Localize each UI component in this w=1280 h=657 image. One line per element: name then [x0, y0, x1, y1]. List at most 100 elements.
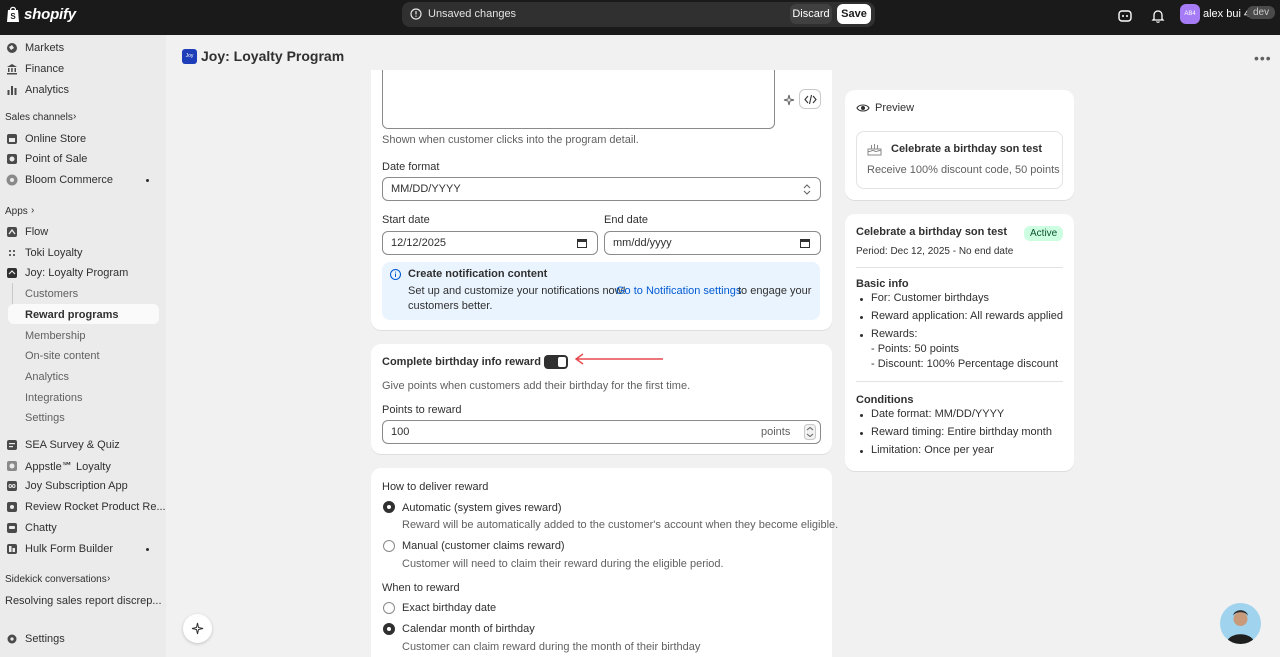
sidebar-item-label: Hulk Form Builder: [25, 543, 114, 555]
sidebar-item-joy-subscription[interactable]: Joy Subscription App: [0, 476, 160, 496]
sidebar-item-appstle-loyalty[interactable]: Appstle℠ Loyalty: [0, 456, 160, 476]
sidebar-sub-analytics[interactable]: Analytics: [25, 371, 69, 383]
save-button[interactable]: Save: [837, 4, 871, 24]
deliver-manual-radio[interactable]: [383, 540, 395, 552]
basic-application: Reward application: All rewards applied: [871, 310, 1063, 322]
support-chat-avatar[interactable]: [1220, 603, 1261, 644]
joy-app-icon: Joy: [182, 48, 197, 64]
description-textarea[interactable]: [382, 70, 775, 129]
start-date-value: 12/12/2025: [391, 237, 447, 249]
shopify-bag-icon: S: [7, 6, 19, 22]
sidebar-item-label: Flow: [25, 226, 49, 238]
page-title-text: Joy: Loyalty Program: [201, 48, 345, 64]
points-to-reward-input[interactable]: 100 points: [382, 420, 821, 444]
sidebar-item-review-rocket[interactable]: Review Rocket Product Re...: [0, 497, 166, 517]
when-calendar-month-label[interactable]: Calendar month of birthday: [402, 623, 535, 635]
deliver-automatic-label[interactable]: Automatic (system gives reward): [402, 502, 562, 514]
sidebar-item-point-of-sale[interactable]: Point of Sale: [0, 149, 160, 169]
preview-reward-tile: [856, 131, 1063, 189]
toggle-knob: [558, 357, 566, 367]
chevron-right-icon[interactable]: ›: [107, 573, 110, 584]
sidebar-sub-onsite-content[interactable]: On-site content: [25, 350, 100, 362]
sidekick-floating-button[interactable]: [183, 614, 212, 643]
sidekick-conversations-header[interactable]: Sidekick conversations: [5, 574, 107, 585]
divider: [856, 267, 1063, 268]
sidebar-sub-integrations[interactable]: Integrations: [25, 392, 82, 404]
birthday-info-toggle[interactable]: [544, 355, 568, 369]
chevron-right-icon[interactable]: ›: [31, 205, 34, 216]
end-date-label: End date: [604, 214, 649, 226]
sidebar-item-joy-loyalty[interactable]: Joy: Loyalty Program: [0, 263, 160, 283]
sidebar-item-finance[interactable]: Finance: [0, 59, 160, 79]
code-view-button[interactable]: [799, 89, 821, 109]
sidebar-sub-membership[interactable]: Membership: [25, 330, 86, 342]
sidebar-item-hulk-form[interactable]: Hulk Form Builder: [0, 539, 160, 559]
banner-text-end: customers better.: [408, 300, 493, 312]
user-avatar[interactable]: AB4: [1180, 4, 1200, 24]
when-to-reward-label: When to reward: [382, 582, 460, 594]
sidebar-item-flow[interactable]: Flow: [0, 222, 160, 242]
sidebar-item-chatty[interactable]: Chatty: [0, 518, 160, 538]
start-date-input[interactable]: 12/12/2025: [382, 231, 598, 255]
sidebar-item-online-store[interactable]: Online Store: [0, 129, 160, 149]
deliver-manual-desc: Customer will need to claim their reward…: [402, 558, 724, 570]
deliver-manual-label[interactable]: Manual (customer claims reward): [402, 540, 565, 552]
bullet: [860, 414, 863, 417]
sidebar-item-label: Online Store: [25, 133, 87, 145]
shopify-logo[interactable]: S shopify: [6, 5, 76, 23]
points-value: 100: [391, 426, 410, 438]
appstle-icon: [7, 461, 17, 471]
info-icon: [390, 269, 401, 280]
sidebar-item-label: Finance: [25, 63, 65, 75]
conditions-header: Conditions: [856, 394, 914, 406]
page-title: Joy Joy: Loyalty Program: [182, 48, 344, 64]
deliver-automatic-radio[interactable]: [383, 501, 395, 513]
bell-icon[interactable]: [1150, 8, 1166, 24]
when-exact-date-label[interactable]: Exact birthday date: [402, 602, 496, 614]
deliver-reward-label: How to deliver reward: [382, 481, 489, 493]
sidebar-item-markets[interactable]: Markets: [0, 38, 160, 58]
sidekick-conversation-item[interactable]: Resolving sales report discrep...: [5, 595, 162, 607]
sales-channels-header[interactable]: Sales channels: [5, 112, 73, 123]
sidebar-sub-customers[interactable]: Customers: [25, 288, 78, 300]
select-chevron-icon: [803, 184, 811, 195]
sidebar-item-bloom-commerce[interactable]: Bloom Commerce: [0, 170, 160, 190]
apps-header[interactable]: Apps: [5, 206, 28, 217]
calendar-icon[interactable]: [577, 238, 587, 248]
when-exact-date-radio[interactable]: [383, 602, 395, 614]
sidebar-item-analytics[interactable]: Analytics: [0, 80, 160, 100]
annotation-arrow-icon: [574, 353, 663, 365]
user-name[interactable]: alex bui 4: [1203, 8, 1250, 20]
sidekick-icon[interactable]: [1117, 8, 1133, 24]
calendar-icon[interactable]: [800, 238, 810, 248]
bullet: [860, 316, 863, 319]
sidebar-sub-reward-programs[interactable]: Reward programs: [25, 309, 119, 321]
code-icon: [804, 94, 817, 105]
toki-icon: [9, 250, 15, 256]
more-actions-icon[interactable]: •••: [1254, 50, 1272, 66]
discard-button[interactable]: Discard: [790, 4, 832, 24]
sidebar-item-toki-loyalty[interactable]: Toki Loyalty: [0, 243, 160, 263]
sidebar-item-sea-survey[interactable]: SEA Survey & Quiz: [0, 435, 160, 455]
chevron-right-icon[interactable]: ›: [73, 111, 76, 122]
svg-text:S: S: [10, 12, 16, 21]
number-stepper-icon[interactable]: [804, 424, 816, 440]
sidebar-item-label: Markets: [25, 42, 65, 54]
basic-for: For: Customer birthdays: [871, 292, 989, 304]
end-date-input[interactable]: mm/dd/yyyy: [604, 231, 821, 255]
sidebar-item-settings[interactable]: Settings: [0, 629, 160, 649]
sidebar-item-label: Joy: Loyalty Program: [25, 267, 129, 279]
notification-settings-link[interactable]: Go to Notification settings: [616, 285, 741, 297]
unread-dot: [146, 179, 149, 182]
sparkle-icon: [191, 622, 204, 635]
birthday-info-title: Complete birthday info reward: [382, 356, 541, 368]
birthday-info-desc: Give points when customers add their bir…: [382, 380, 691, 392]
when-calendar-month-desc: Customer can claim reward during the mon…: [402, 641, 701, 653]
sidebar-sub-settings[interactable]: Settings: [25, 412, 65, 424]
chat-icon: [7, 523, 17, 533]
date-format-select[interactable]: MM/DD/YYYY: [382, 177, 821, 201]
when-calendar-month-radio[interactable]: [383, 623, 395, 635]
magic-sparkle-icon[interactable]: [782, 93, 796, 107]
start-date-label: Start date: [382, 214, 430, 226]
preview-header: Preview: [875, 102, 915, 114]
